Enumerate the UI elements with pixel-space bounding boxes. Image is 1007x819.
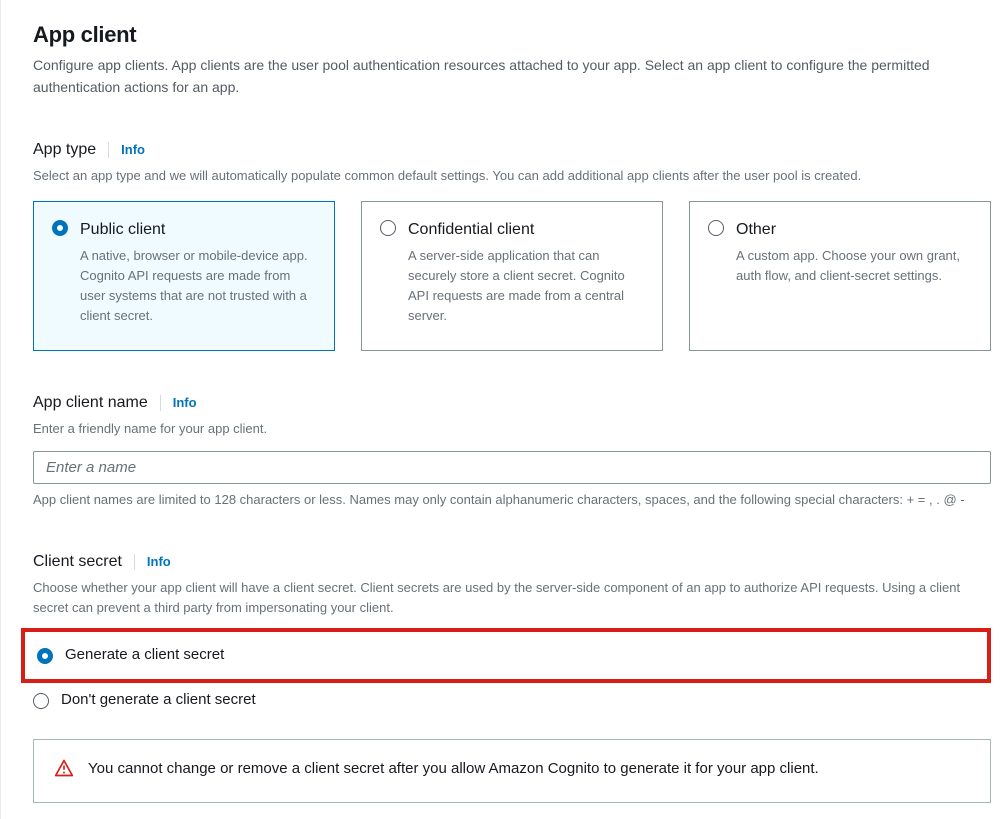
- app-type-info-link[interactable]: Info: [121, 140, 145, 160]
- app-client-name-input[interactable]: [33, 451, 991, 484]
- client-secret-option-dont-generate[interactable]: Don't generate a client secret: [33, 683, 991, 718]
- app-type-option-public-client[interactable]: Public client A native, browser or mobil…: [33, 201, 335, 351]
- tile-description: A custom app. Choose your own grant, aut…: [736, 246, 972, 286]
- app-type-option-other[interactable]: Other A custom app. Choose your own gran…: [689, 201, 991, 351]
- warning-icon: [54, 758, 74, 784]
- tile-title: Other: [736, 218, 972, 242]
- app-client-name-hint: App client names are limited to 128 char…: [33, 490, 991, 510]
- app-client-name-info-link[interactable]: Info: [173, 393, 197, 413]
- tile-description: A server-side application that can secur…: [408, 246, 644, 327]
- tile-description: A native, browser or mobile-device app. …: [80, 246, 316, 327]
- page-title: App client: [33, 0, 991, 51]
- section-app-client-name: App client name Info Enter a friendly na…: [33, 391, 991, 510]
- client-secret-warning-alert: You cannot change or remove a client sec…: [33, 739, 991, 803]
- radio-icon: [52, 220, 68, 236]
- app-type-description: Select an app type and we will automatic…: [33, 166, 991, 186]
- alert-text: You cannot change or remove a client sec…: [88, 758, 819, 781]
- page-header: App client Configure app clients. App cl…: [33, 0, 991, 98]
- radio-icon: [33, 693, 49, 709]
- divider: [134, 554, 135, 570]
- section-app-type: App type Info Select an app type and we …: [33, 138, 991, 350]
- radio-label: Generate a client secret: [65, 644, 224, 667]
- client-secret-description: Choose whether your app client will have…: [33, 578, 991, 618]
- radio-icon: [37, 648, 53, 664]
- app-type-option-confidential-client[interactable]: Confidential client A server-side applic…: [361, 201, 663, 351]
- highlight-annotation: Generate a client secret: [21, 628, 991, 683]
- section-client-secret: Client secret Info Choose whether your a…: [33, 550, 991, 803]
- tile-title: Confidential client: [408, 218, 644, 242]
- radio-icon: [708, 220, 724, 236]
- tile-title: Public client: [80, 218, 316, 242]
- app-client-name-label: App client name: [33, 391, 148, 415]
- radio-label: Don't generate a client secret: [61, 689, 256, 712]
- app-client-name-description: Enter a friendly name for your app clien…: [33, 419, 991, 439]
- client-secret-option-generate[interactable]: Generate a client secret: [37, 638, 983, 673]
- app-type-label: App type: [33, 138, 96, 162]
- radio-icon: [380, 220, 396, 236]
- client-secret-label: Client secret: [33, 550, 122, 574]
- app-type-tiles: Public client A native, browser or mobil…: [33, 201, 991, 351]
- divider: [160, 395, 161, 411]
- client-secret-info-link[interactable]: Info: [147, 552, 171, 572]
- page-description: Configure app clients. App clients are t…: [33, 55, 991, 98]
- divider: [108, 142, 109, 158]
